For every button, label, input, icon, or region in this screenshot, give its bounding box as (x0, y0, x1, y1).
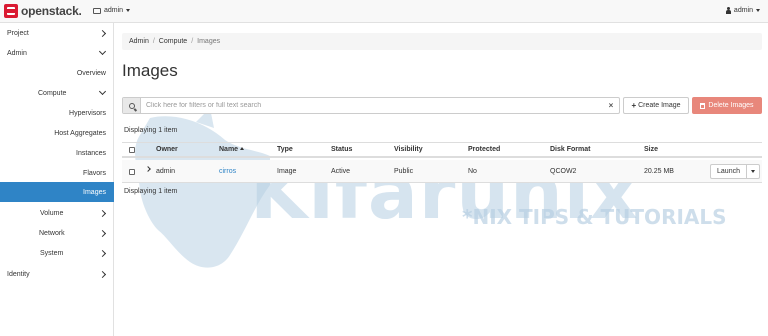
breadcrumb-separator: / (191, 38, 194, 45)
trash-icon (700, 102, 706, 109)
item-count-top: Displaying 1 item (124, 127, 178, 134)
project-icon (93, 7, 101, 14)
sidebar-item-label: Network (39, 229, 65, 237)
cell-size: 20.25 MB (644, 168, 674, 175)
column-type[interactable]: Type (277, 146, 293, 153)
user-name: admin (733, 7, 753, 14)
cell-protected: No (468, 168, 477, 175)
search-button[interactable] (123, 98, 141, 113)
sidebar-item-instances[interactable]: Instances (0, 143, 114, 163)
create-image-label: Create Image (638, 102, 681, 109)
cell-name-link[interactable]: cirros (219, 168, 236, 175)
sidebar-item-images[interactable]: Images (0, 182, 114, 202)
chevron-right-icon (98, 29, 107, 37)
row-actions-dropdown[interactable] (747, 164, 760, 179)
cell-disk-format: QCOW2 (550, 168, 577, 175)
caret-down-icon (756, 9, 760, 12)
column-visibility[interactable]: Visibility (394, 146, 423, 153)
sidebar-item-label: Compute (38, 89, 67, 97)
breadcrumb-item-admin[interactable]: Admin (129, 38, 149, 45)
cell-type: Image (277, 168, 297, 175)
column-protected[interactable]: Protected (468, 146, 500, 153)
create-image-button[interactable]: + Create Image (623, 97, 689, 114)
chevron-right-icon (98, 209, 107, 217)
table-row: admin cirros Image Active Public No QCOW… (122, 160, 762, 183)
caret-down-icon (751, 170, 755, 173)
top-navbar: openstack. admin admin (0, 0, 768, 23)
column-disk-format[interactable]: Disk Format (550, 146, 590, 153)
delete-images-label: Delete Images (708, 102, 754, 109)
openstack-logo-icon (4, 4, 18, 18)
sidebar-item-label: Hypervisors (69, 109, 106, 117)
user-menu[interactable]: admin (725, 7, 760, 14)
breadcrumb: Admin / Compute / Images (122, 33, 762, 50)
column-size[interactable]: Size (644, 146, 658, 153)
caret-down-icon (126, 9, 131, 12)
sidebar-item-host-aggregates[interactable]: Host Aggregates (0, 123, 114, 143)
chevron-down-icon (98, 47, 107, 56)
sidebar-item-label: Flavors (83, 169, 106, 177)
breadcrumb-separator: / (152, 38, 155, 45)
sidebar-item-label: Admin (7, 49, 27, 57)
cell-status: Active (331, 168, 351, 175)
sort-ascending-icon (240, 147, 245, 150)
column-owner[interactable]: Owner (156, 146, 178, 153)
chevron-right-icon (98, 229, 107, 237)
sidebar-item-label: Volume (40, 209, 64, 217)
sidebar-item-identity[interactable]: Identity (0, 264, 114, 284)
sidebar-item-label: System (40, 249, 64, 257)
expand-row-icon[interactable] (145, 166, 151, 172)
sidebar-item-hypervisors[interactable]: Hypervisors (0, 103, 114, 123)
sidebar-item-compute[interactable]: Compute (0, 83, 114, 103)
watermark-tagline: *NIX TIPS & TUTORIALS (462, 205, 727, 229)
select-all-checkbox[interactable] (129, 147, 135, 153)
sidebar-item-project[interactable]: Project (0, 23, 114, 43)
sidebar-item-admin[interactable]: Admin (0, 43, 114, 63)
chevron-down-icon (98, 87, 107, 96)
launch-button[interactable]: Launch (710, 164, 747, 179)
cell-owner: admin (156, 168, 176, 175)
brand-text: openstack. (21, 4, 82, 18)
table-header: Owner Name Type Status Visibility Protec… (122, 142, 762, 158)
plus-icon: + (631, 101, 637, 110)
search-input[interactable] (141, 98, 606, 113)
filter-bar: × (122, 97, 620, 114)
clear-icon[interactable]: × (606, 101, 616, 110)
column-status[interactable]: Status (331, 146, 352, 153)
sidebar-item-overview[interactable]: Overview (0, 63, 114, 83)
cell-visibility: Public (394, 168, 414, 175)
sidebar: Project Admin Overview Compute Hyperviso… (0, 23, 114, 336)
sidebar-item-label: Overview (76, 69, 106, 77)
row-checkbox[interactable] (129, 169, 135, 175)
chevron-right-icon (98, 249, 107, 257)
sidebar-item-label: Images (83, 188, 106, 196)
column-name-label: Name (219, 146, 239, 153)
column-name[interactable]: Name (219, 146, 245, 153)
chevron-right-icon (98, 270, 107, 278)
breadcrumb-item-compute[interactable]: Compute (159, 38, 187, 45)
sidebar-item-system[interactable]: System (0, 243, 114, 263)
breadcrumb-item-images: Images (197, 38, 221, 45)
project-name: admin (104, 7, 124, 14)
page-title: Images (122, 61, 178, 80)
user-icon (725, 7, 731, 14)
openstack-logo[interactable]: openstack. (4, 4, 82, 18)
delete-images-button[interactable]: Delete Images (692, 97, 762, 114)
sidebar-item-label: Host Aggregates (54, 129, 106, 137)
sidebar-item-volume[interactable]: Volume (0, 203, 114, 223)
sidebar-item-label: Identity (7, 270, 30, 278)
item-count-bottom: Displaying 1 item (124, 188, 178, 195)
launch-button-group: Launch (710, 164, 760, 179)
project-switcher[interactable]: admin (93, 7, 131, 14)
sidebar-item-flavors[interactable]: Flavors (0, 163, 114, 183)
sidebar-item-label: Instances (76, 149, 106, 157)
sidebar-item-network[interactable]: Network (0, 223, 114, 243)
search-icon (128, 102, 135, 109)
sidebar-item-label: Project (7, 29, 29, 37)
